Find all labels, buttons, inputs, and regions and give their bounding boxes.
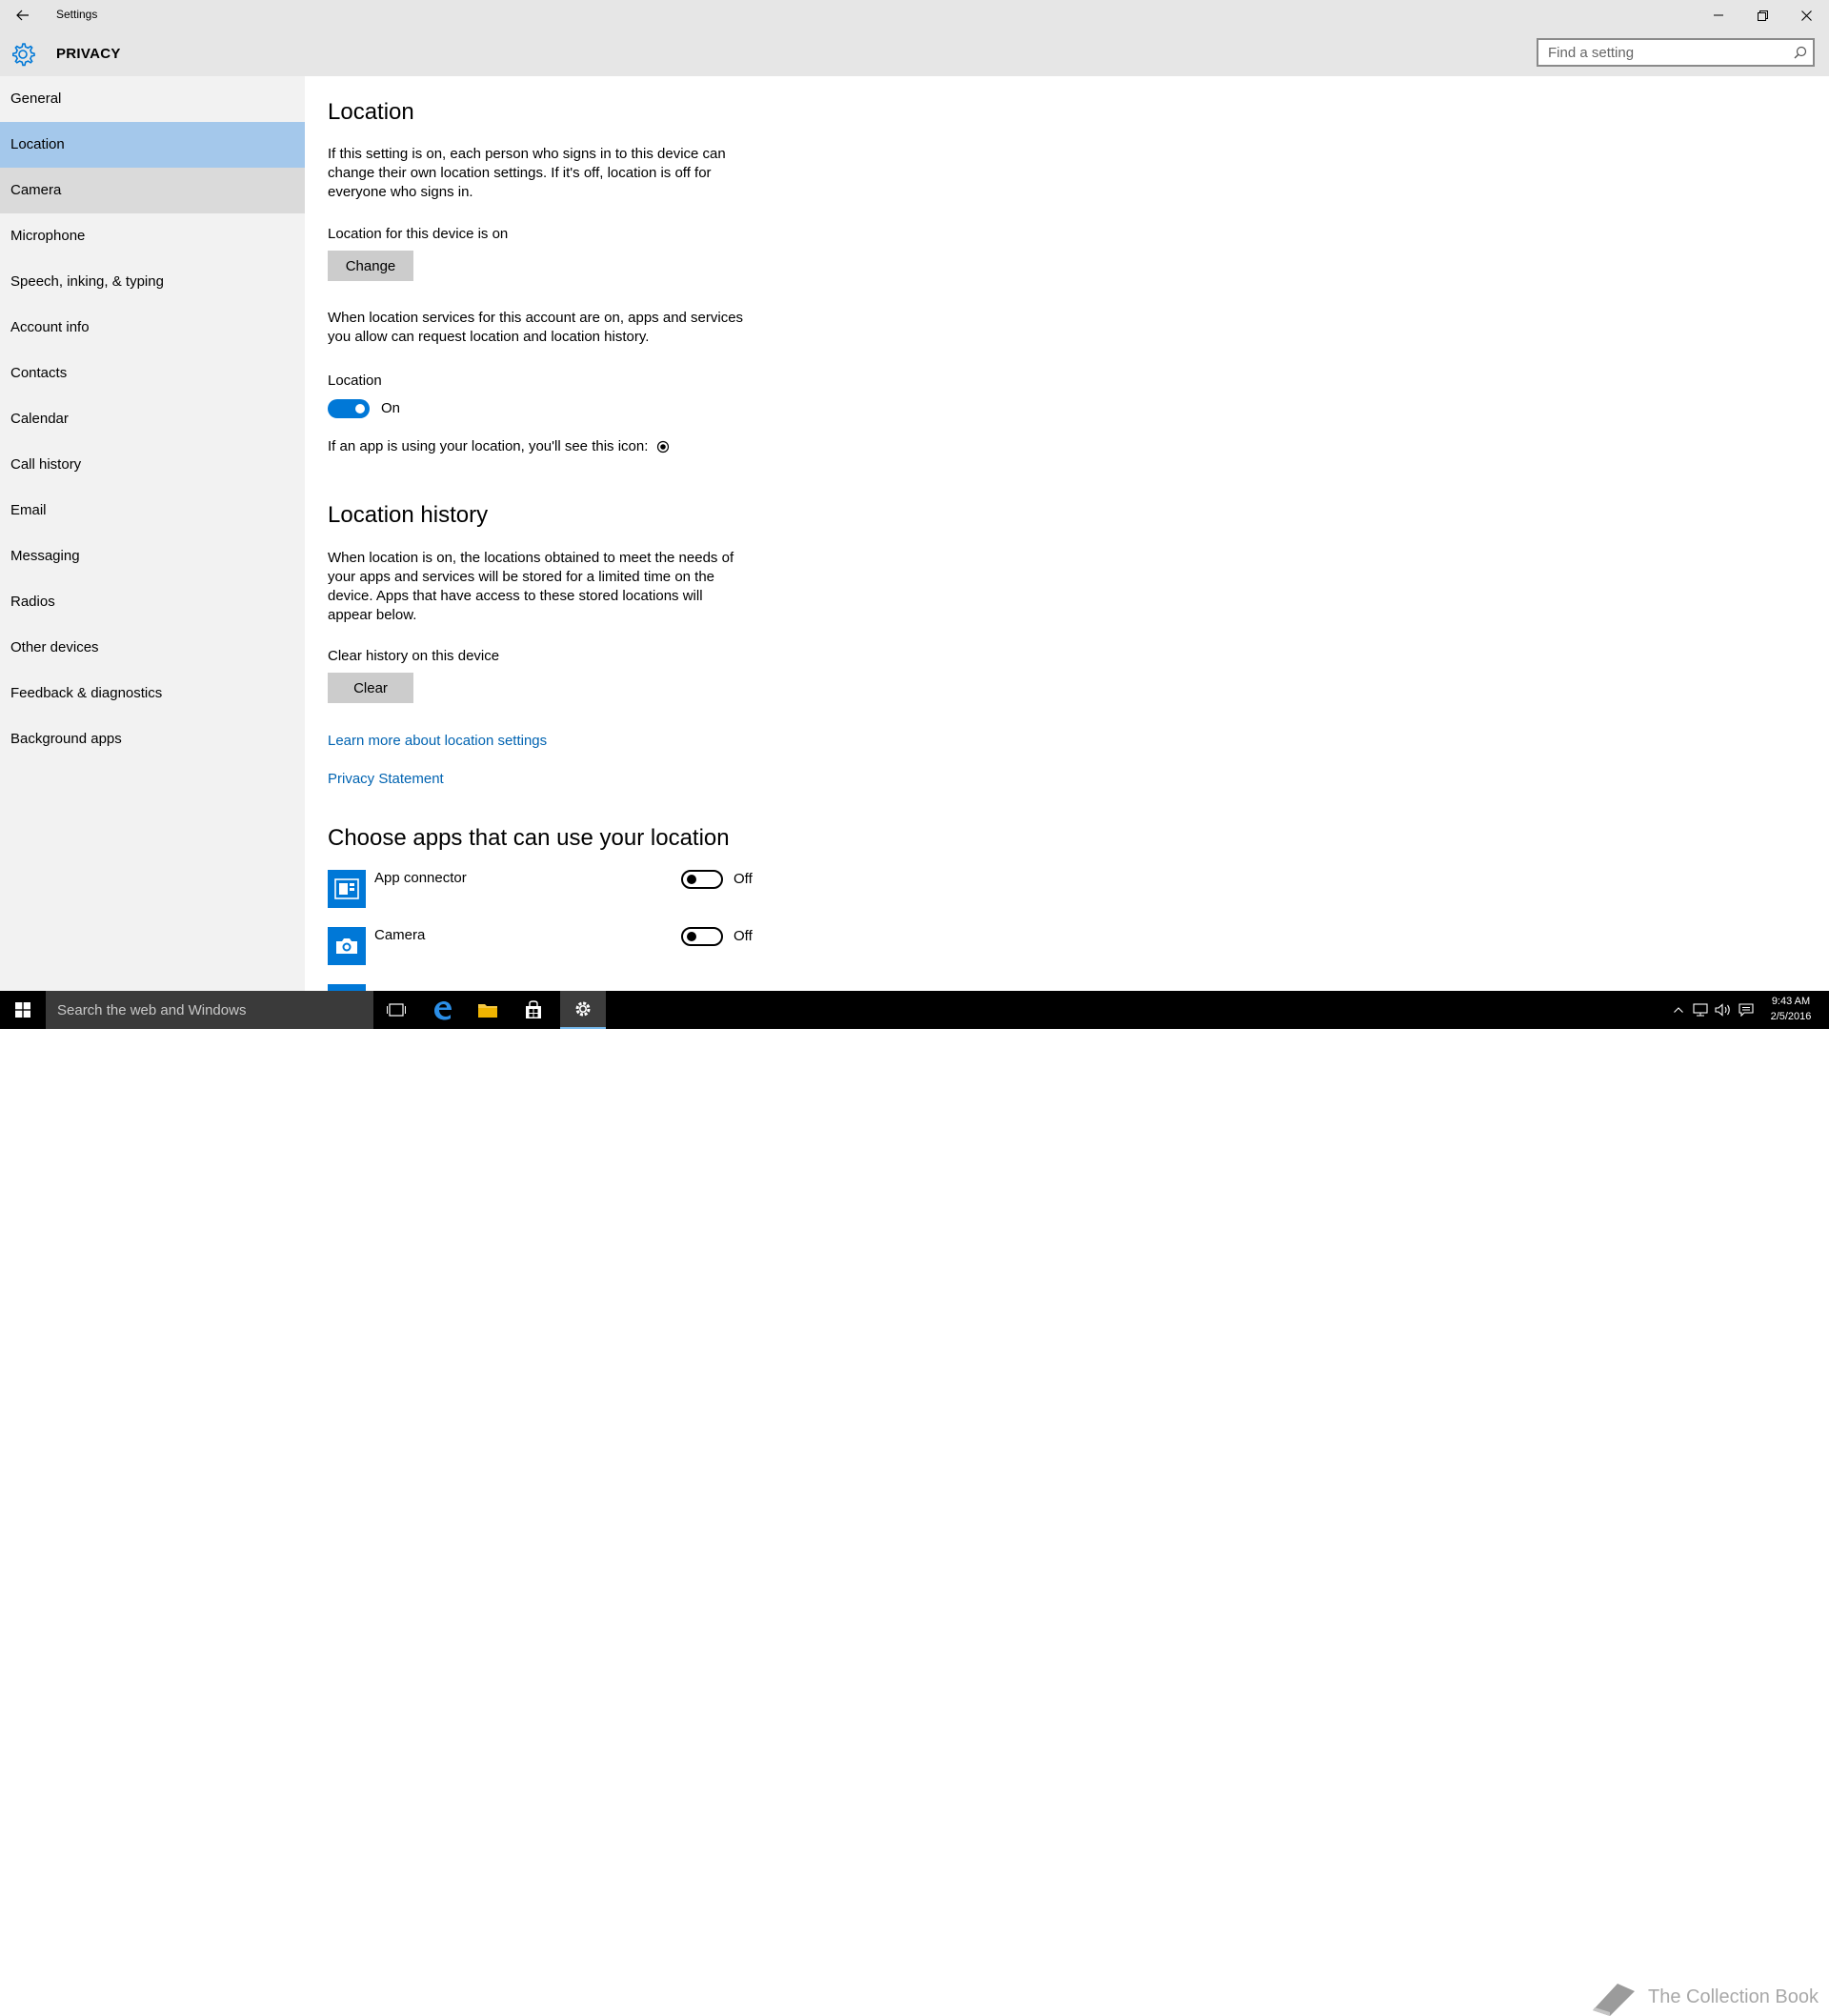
taskbar-search-input[interactable]	[46, 991, 362, 1029]
network-button[interactable]	[1690, 991, 1711, 1029]
device-location-status: Location for this device is on	[328, 226, 509, 242]
settings-taskbar-button[interactable]	[560, 991, 606, 1029]
camera-app-toggle[interactable]	[681, 927, 723, 946]
privacy-statement-link[interactable]: Privacy Statement	[328, 771, 444, 787]
location-services-description: When location services for this account …	[328, 310, 744, 345]
learn-more-link[interactable]: Learn more about location settings	[328, 733, 547, 749]
edge-button[interactable]	[419, 991, 465, 1029]
sidebar-item-background-apps[interactable]: Background apps	[0, 716, 305, 762]
location-icon-note-row: If an app is using your location, you'll…	[328, 437, 823, 456]
search-input[interactable]	[1538, 40, 1786, 65]
search-icon	[1794, 46, 1807, 59]
network-icon	[1693, 1003, 1708, 1017]
location-description: If this setting is on, each person who s…	[328, 146, 726, 200]
change-button[interactable]: Change	[328, 251, 413, 281]
restore-button[interactable]	[1740, 0, 1784, 30]
store-button[interactable]	[511, 991, 556, 1029]
chevron-up-icon	[1674, 1007, 1683, 1013]
sidebar-item-speech[interactable]: Speech, inking, & typing	[0, 259, 305, 305]
task-view-button[interactable]	[373, 991, 419, 1029]
sidebar-item-call-history[interactable]: Call history	[0, 442, 305, 488]
app-connector-toggle[interactable]	[681, 870, 723, 889]
clock-time: 9:43 AM	[1771, 996, 1811, 1007]
close-button[interactable]	[1784, 0, 1828, 30]
app-name-app-connector: App connector	[374, 870, 467, 886]
back-arrow-icon	[16, 10, 29, 21]
sidebar-item-contacts[interactable]: Contacts	[0, 351, 305, 396]
action-center-button[interactable]	[1736, 991, 1757, 1029]
store-icon	[526, 1000, 541, 1018]
clear-history-label: Clear history on this device	[328, 648, 500, 664]
location-heading: Location	[328, 99, 414, 125]
sidebar-item-account-info[interactable]: Account info	[0, 305, 305, 351]
restore-icon	[1757, 10, 1768, 21]
clock[interactable]: 9:43 AM 2/5/2016	[1767, 994, 1815, 1024]
sidebar-item-email[interactable]: Email	[0, 488, 305, 534]
task-view-icon	[387, 1003, 406, 1017]
edge-icon	[434, 1001, 452, 1020]
sidebar: General Location Camera Microphone Speec…	[0, 76, 305, 991]
location-history-description: When location is on, the locations obtai…	[328, 550, 734, 623]
location-icon-note: If an app is using your location, you'll…	[328, 438, 649, 454]
app-name-camera: Camera	[374, 927, 426, 943]
sidebar-item-radios[interactable]: Radios	[0, 579, 305, 625]
find-setting-search[interactable]	[1537, 38, 1815, 67]
file-explorer-button[interactable]	[465, 991, 511, 1029]
clock-date: 2/5/2016	[1770, 1011, 1812, 1022]
camera-app-toggle-state: Off	[734, 928, 753, 944]
sidebar-item-camera[interactable]: Camera	[0, 168, 305, 213]
partial-app-icon	[328, 984, 366, 991]
sidebar-item-general[interactable]: General	[0, 76, 305, 122]
minimize-icon	[1714, 14, 1723, 16]
sidebar-item-other-devices[interactable]: Other devices	[0, 625, 305, 671]
taskbar-search[interactable]	[46, 991, 373, 1029]
camera-icon	[328, 927, 366, 965]
back-button[interactable]	[10, 4, 36, 27]
app-connector-toggle-state: Off	[734, 871, 753, 887]
main-content: Location If this setting is on, each per…	[305, 76, 1829, 991]
start-button[interactable]	[0, 991, 46, 1029]
notification-icon	[1739, 1003, 1754, 1017]
app-connector-icon	[328, 870, 366, 908]
settings-gear-icon	[575, 1001, 591, 1017]
choose-apps-heading: Choose apps that can use your location	[328, 825, 730, 851]
sidebar-item-messaging[interactable]: Messaging	[0, 534, 305, 579]
taskbar: The Collection Book 9:43 AM 2/5/2016	[0, 991, 1829, 2016]
title-bar: Settings PRIVACY	[0, 0, 1829, 76]
sidebar-item-calendar[interactable]: Calendar	[0, 396, 305, 442]
clear-button[interactable]: Clear	[328, 673, 413, 703]
sidebar-item-location[interactable]: Location	[0, 122, 305, 168]
volume-icon	[1715, 1003, 1730, 1017]
sidebar-item-feedback[interactable]: Feedback & diagnostics	[0, 671, 305, 716]
location-in-use-icon	[656, 440, 669, 454]
volume-button[interactable]	[1713, 991, 1734, 1029]
sidebar-item-microphone[interactable]: Microphone	[0, 213, 305, 259]
book-watermark-icon	[1593, 1984, 1635, 2016]
show-hidden-icons-button[interactable]	[1669, 991, 1688, 1029]
location-history-heading: Location history	[328, 502, 489, 528]
watermark-text: The Collection Book	[1648, 1986, 1819, 2007]
location-toggle-label: Location	[328, 373, 382, 389]
gear-icon	[10, 41, 36, 68]
location-toggle-state: On	[381, 400, 401, 416]
window-title: Settings	[56, 8, 98, 21]
location-toggle[interactable]	[328, 399, 370, 418]
watermark: The Collection Book	[1589, 1978, 1819, 2016]
windows-logo-icon	[15, 1002, 30, 1018]
minimize-button[interactable]	[1697, 0, 1740, 30]
section-title: PRIVACY	[56, 46, 121, 62]
close-icon	[1800, 10, 1812, 21]
folder-icon	[478, 1004, 497, 1018]
